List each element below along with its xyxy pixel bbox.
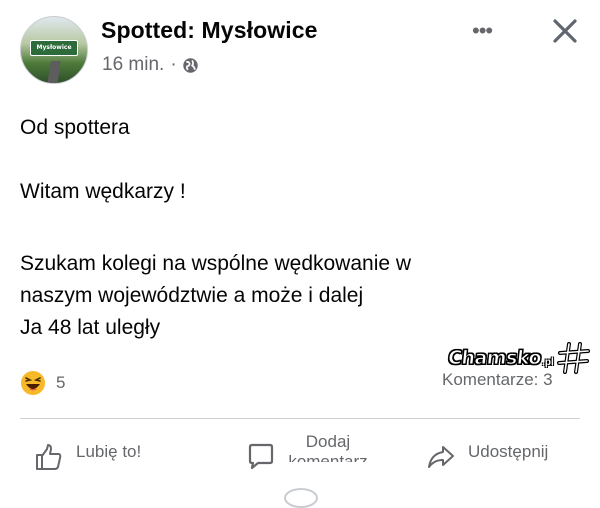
post-time[interactable]: 16 min. <box>102 54 164 76</box>
watermark-suffix: .pl <box>542 356 554 368</box>
avatar-sign: Mysłowice <box>30 40 78 56</box>
comment-label-line2: komentarz <box>288 452 368 462</box>
actions-divider <box>20 418 580 419</box>
reaction-count: 5 <box>56 373 66 392</box>
like-button[interactable]: Lubię to! <box>34 442 141 472</box>
post-text-paragraph: Szukam kolegi na wspólne wędkowanie w na… <box>20 248 411 344</box>
close-icon[interactable] <box>552 18 578 44</box>
like-label: Lubię to! <box>76 442 142 461</box>
thumbs-up-icon <box>36 444 62 470</box>
comment-label: Dodaj komentarz <box>288 432 368 462</box>
site-watermark: Chamsko .pl <box>446 340 592 376</box>
page-name-link[interactable]: Spotted: Mysłowice <box>101 17 318 44</box>
comment-label-line1: Dodaj <box>305 432 351 451</box>
globe-icon <box>182 57 198 73</box>
post-text-line: Ja 48 lat uległy <box>20 316 161 339</box>
comment-bubble-icon <box>248 443 274 470</box>
comment-button[interactable]: Dodaj komentarz <box>246 432 368 472</box>
haha-emoji-icon <box>21 371 45 395</box>
share-button[interactable]: Udostępnij <box>426 442 548 472</box>
watermark-hash-icon <box>556 342 590 374</box>
post-text-line: Szukam kolegi na wspólne wędkowanie w <box>20 252 412 275</box>
post-text-line: Od spottera <box>20 116 130 139</box>
meta-separator: · <box>170 54 177 75</box>
share-arrow-icon <box>428 446 454 468</box>
reaction-summary[interactable]: 5 <box>20 370 65 396</box>
post-text-line: Witam wędkarzy ! <box>20 180 186 203</box>
more-horizontal-icon[interactable]: ••• <box>472 18 493 44</box>
page-avatar[interactable]: Mysłowice <box>20 16 88 84</box>
next-post-avatar-edge <box>284 488 318 508</box>
avatar-road <box>47 61 61 83</box>
post-header: Mysłowice Spotted: Mysłowice 16 min. · •… <box>0 0 600 100</box>
post-text-line: naszym województwie a może i dalej <box>20 284 364 307</box>
share-label: Udostępnij <box>468 442 549 461</box>
watermark-text: Chamsko <box>446 347 543 370</box>
post-meta: 16 min. · <box>102 54 199 76</box>
